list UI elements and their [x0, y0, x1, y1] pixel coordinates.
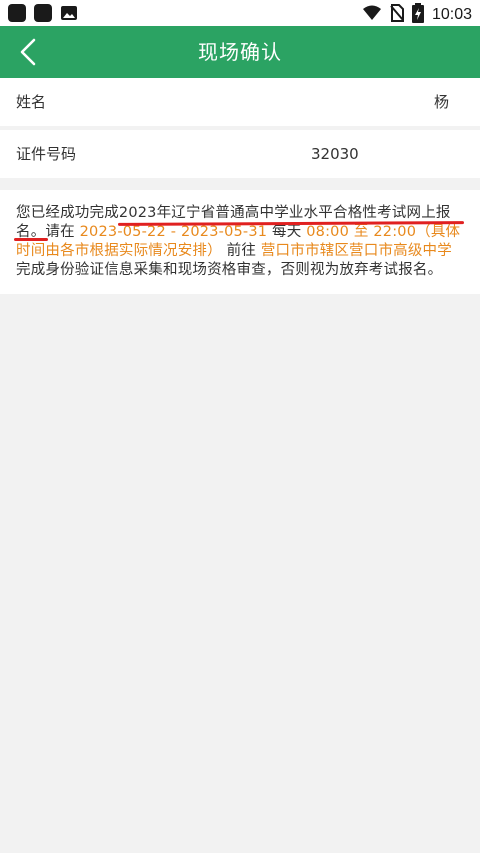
square-app-icon [8, 4, 26, 22]
date-range: 2023-05-22 - 2023-05-31 [79, 224, 268, 240]
notice-card: 您已经成功完成2023年辽宁省普通高中学业水平合格性考试网上报名。请在 2023… [0, 190, 480, 294]
image-icon [60, 4, 78, 22]
status-bar-left [8, 4, 78, 22]
notice-go: 前往 [221, 243, 261, 259]
id-number-label: 证件号码 [16, 145, 77, 163]
red-underline-annotation [14, 238, 48, 241]
no-sim-icon [390, 4, 404, 26]
status-bar: 10:03 [0, 0, 480, 26]
notice-text: 您已经成功完成2023年辽宁省普通高中学业水平合格性考试网上报名。请在 2023… [16, 204, 468, 280]
exam-location: 营口市市辖区营口市高级中学 [260, 243, 452, 259]
status-time: 10:03 [431, 6, 472, 23]
id-number-row: 证件号码 32030 [0, 130, 480, 178]
square-app-icon [34, 4, 52, 22]
id-number-value: 32030 [311, 145, 359, 163]
notice-daily: 每天 [267, 224, 307, 240]
name-value: 杨 [434, 93, 450, 111]
notice-intro: 您已经成功完成 [16, 205, 119, 221]
page-title: 现场确认 [198, 40, 282, 64]
name-label: 姓名 [16, 93, 47, 111]
wifi-icon [362, 4, 382, 26]
notice-instructions: 完成身份验证信息采集和现场资格审查，否则视为放弃考试报名。 [16, 262, 443, 278]
app-bar: 现场确认 [0, 26, 480, 78]
name-row: 姓名 杨 [0, 78, 480, 126]
status-bar-right: 10:03 [362, 3, 472, 27]
battery-charging-icon [411, 3, 424, 27]
id-number-redaction [366, 142, 470, 166]
